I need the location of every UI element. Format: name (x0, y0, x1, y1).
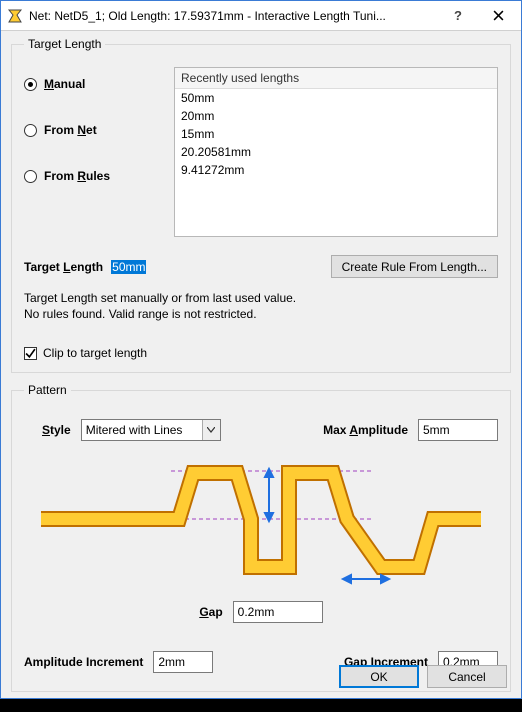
titlebar: Net: NetD5_1; Old Length: 17.59371mm - I… (1, 1, 521, 31)
pattern-group: Pattern Style Mitered with Lines Max Amp… (11, 383, 511, 692)
dialog-window: Net: NetD5_1; Old Length: 17.59371mm - I… (0, 0, 522, 699)
radio-manual[interactable]: Manual (24, 77, 174, 91)
gap-input[interactable] (233, 601, 323, 623)
style-label: Style (42, 423, 71, 437)
target-length-group: Target Length Manual From Net From Rules (11, 37, 511, 373)
recent-header: Recently used lengths (175, 68, 497, 89)
chevron-down-icon (202, 420, 220, 440)
target-length-label: Target Length (24, 260, 103, 274)
recent-item[interactable]: 20mm (175, 107, 497, 125)
pattern-legend: Pattern (24, 383, 71, 397)
target-length-message: Target Length set manually or from last … (24, 290, 498, 322)
close-button[interactable] (476, 1, 521, 31)
recent-item[interactable]: 50mm (175, 89, 497, 107)
gap-label: Gap (199, 605, 222, 619)
cancel-button[interactable]: Cancel (427, 665, 507, 688)
help-button[interactable]: ? (440, 1, 476, 31)
clip-label: Clip to target length (43, 346, 147, 360)
recent-item[interactable]: 20.20581mm (175, 143, 497, 161)
radio-from-net-dot (24, 124, 37, 137)
ok-button[interactable]: OK (339, 665, 419, 688)
target-length-input[interactable]: 50mm (111, 260, 251, 274)
target-mode-radios: Manual From Net From Rules (24, 67, 174, 183)
radio-manual-dot (24, 78, 37, 91)
create-rule-button[interactable]: Create Rule From Length... (331, 255, 498, 278)
amplitude-increment-input[interactable] (153, 651, 213, 673)
clip-checkbox[interactable]: Clip to target length (24, 346, 498, 360)
app-icon (7, 8, 23, 24)
style-combobox[interactable]: Mitered with Lines (81, 419, 221, 441)
trombone-diagram (24, 461, 498, 591)
dialog-footer: OK Cancel (339, 665, 507, 688)
recent-item[interactable]: 15mm (175, 125, 497, 143)
target-length-legend: Target Length (24, 37, 105, 51)
radio-from-rules[interactable]: From Rules (24, 169, 174, 183)
window-title: Net: NetD5_1; Old Length: 17.59371mm - I… (29, 9, 440, 23)
content: Target Length Manual From Net From Rules (1, 31, 521, 712)
radio-from-rules-dot (24, 170, 37, 183)
radio-from-net[interactable]: From Net (24, 123, 174, 137)
recent-lengths-list[interactable]: Recently used lengths 50mm 20mm 15mm 20.… (174, 67, 498, 237)
max-amplitude-label: Max Amplitude (323, 423, 408, 437)
max-amplitude-input[interactable] (418, 419, 498, 441)
recent-item[interactable]: 9.41272mm (175, 161, 497, 179)
clip-checkbox-box (24, 347, 37, 360)
amplitude-increment-label: Amplitude Increment (24, 655, 143, 669)
